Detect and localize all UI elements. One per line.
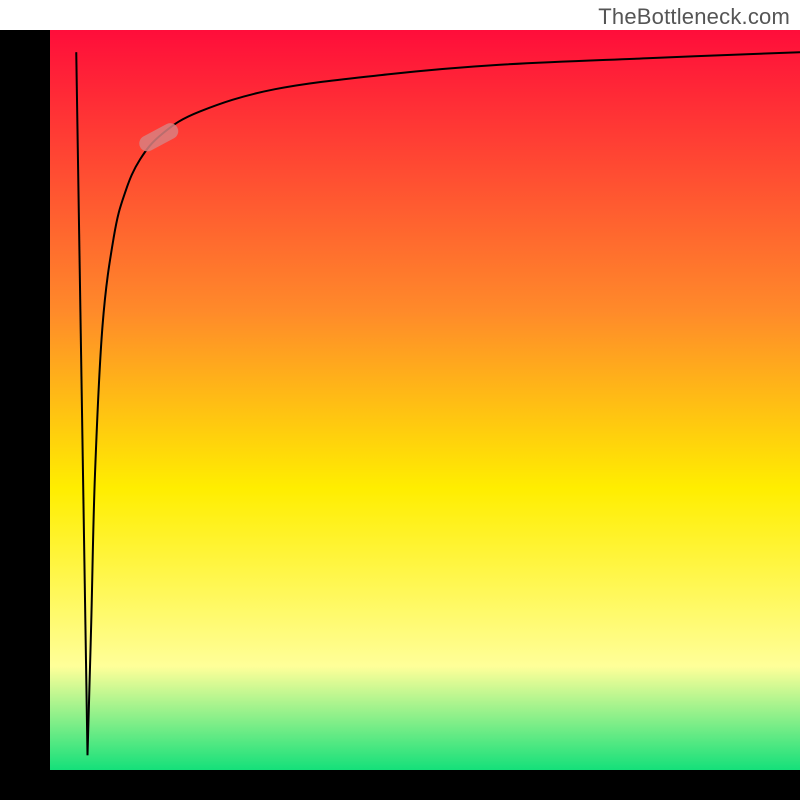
axis-frame-left [0, 30, 50, 800]
chart-container: TheBottleneck.com [0, 0, 800, 800]
axis-frame-bottom [0, 770, 800, 800]
watermark-text: TheBottleneck.com [598, 4, 790, 30]
chart-svg [0, 0, 800, 800]
